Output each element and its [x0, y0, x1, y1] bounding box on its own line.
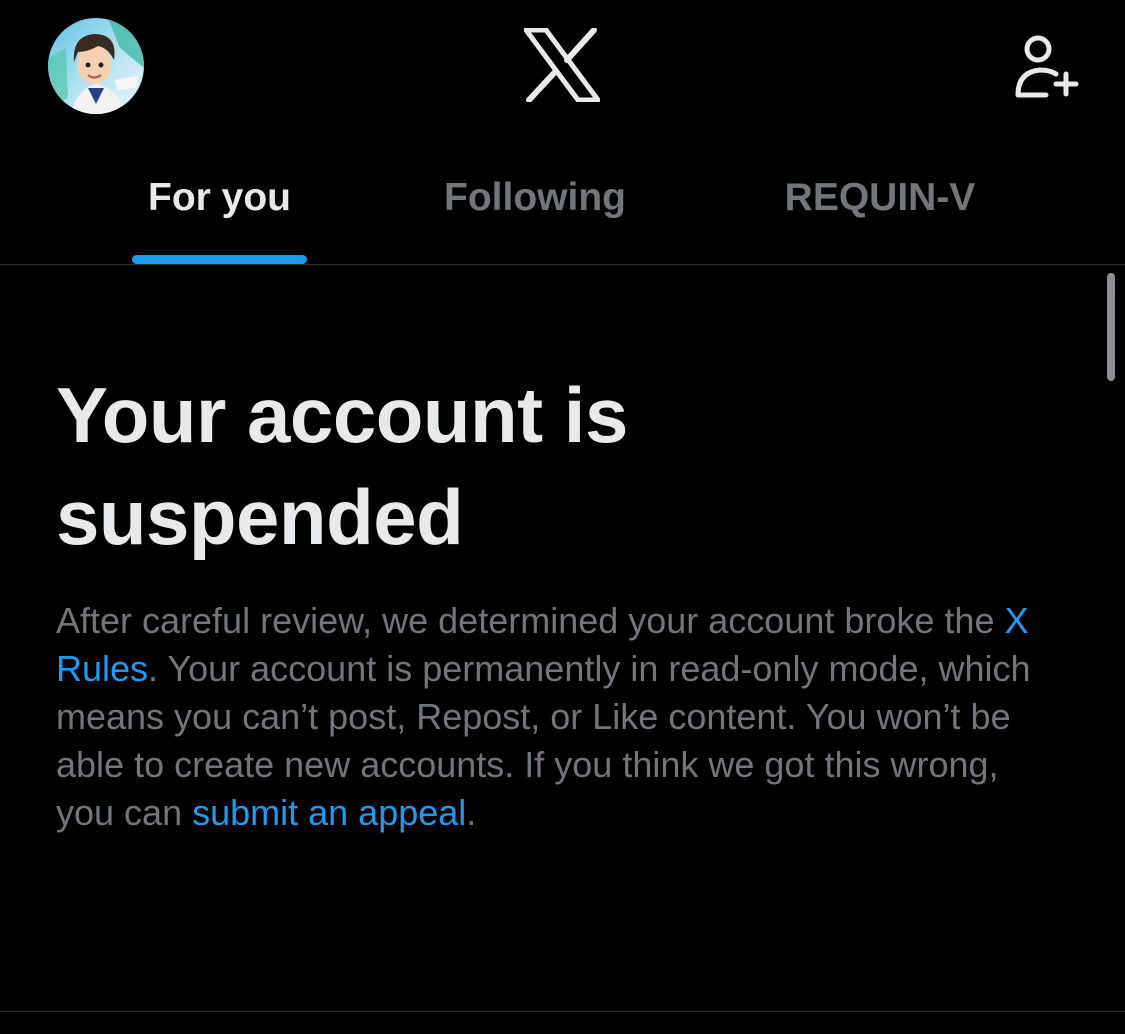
suspension-message: After careful review, we determined your…: [56, 597, 1066, 837]
submit-appeal-link[interactable]: submit an appeal: [192, 792, 466, 833]
active-tab-indicator: [132, 255, 307, 264]
timeline-tabs: For you Following REQUIN-V: [0, 140, 1125, 264]
profile-avatar[interactable]: [48, 18, 144, 114]
tab-label-for-you: For you: [148, 176, 291, 219]
bottom-divider: [0, 1011, 1125, 1012]
tab-requin-v[interactable]: REQUIN-V: [760, 140, 1000, 264]
tab-label-following: Following: [444, 176, 626, 219]
scrollbar[interactable]: [1107, 273, 1115, 381]
suspension-title: Your account is suspended: [56, 371, 628, 561]
add-user-icon[interactable]: [1010, 32, 1082, 102]
message-text-part-3: .: [466, 792, 477, 833]
tabs-divider: [0, 264, 1125, 265]
avatar-image: [48, 18, 144, 114]
top-bar: [0, 0, 1125, 140]
tab-following[interactable]: Following: [420, 140, 650, 264]
tab-for-you[interactable]: For you: [132, 140, 307, 264]
x-logo-icon: [524, 28, 600, 102]
tab-label-requin-v: REQUIN-V: [784, 176, 976, 219]
message-text-part-1: After careful review, we determined your…: [56, 600, 1005, 641]
